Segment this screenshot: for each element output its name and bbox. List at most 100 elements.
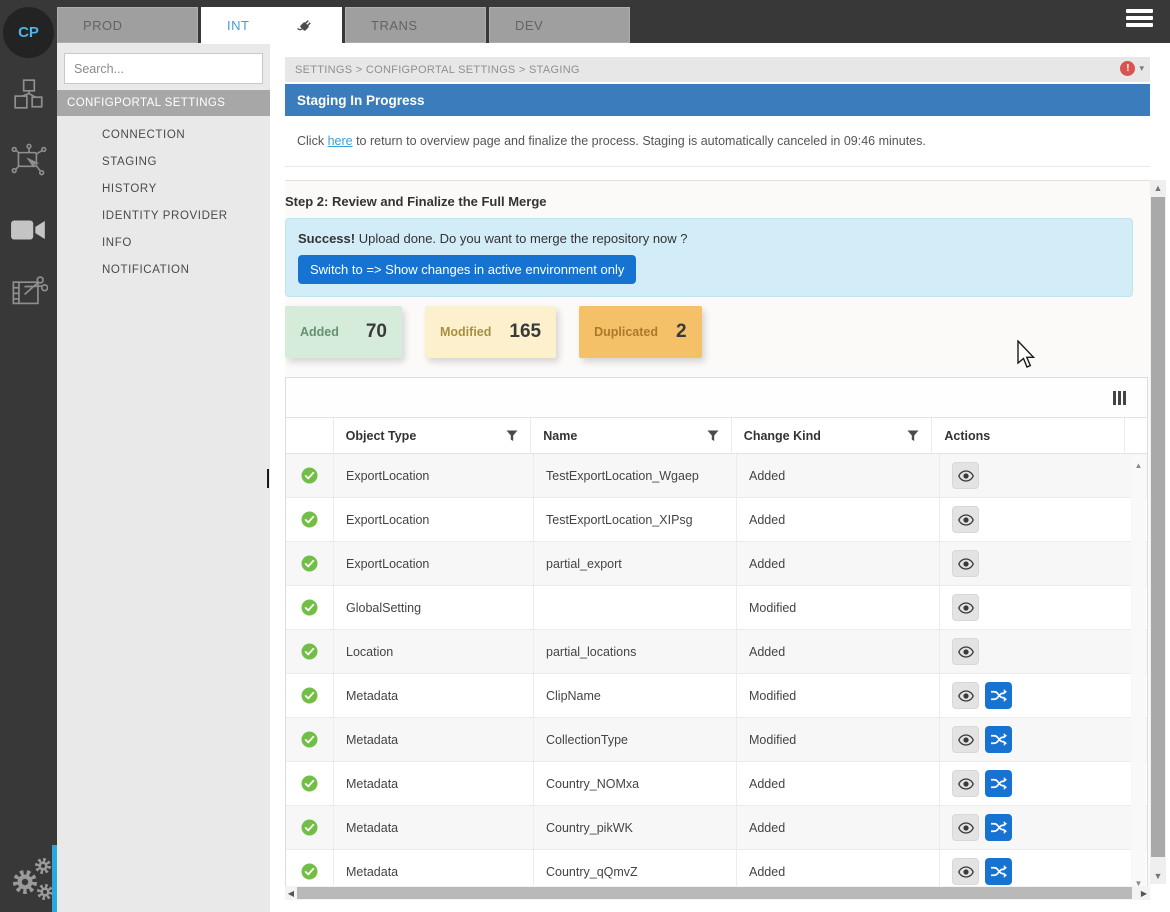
view-button[interactable] bbox=[952, 814, 979, 841]
view-button[interactable] bbox=[952, 506, 979, 533]
row-status-cell bbox=[286, 630, 333, 673]
sidebar-items: CONNECTION STAGING HISTORY IDENTITY PROV… bbox=[57, 122, 270, 283]
view-button[interactable] bbox=[952, 550, 979, 577]
actions-cell bbox=[939, 542, 1134, 585]
shuffle-icon bbox=[990, 820, 1007, 835]
change-kind-cell: Modified bbox=[736, 718, 939, 761]
menu-hamburger-icon[interactable] bbox=[1126, 9, 1153, 30]
column-header: Object Type bbox=[333, 418, 531, 453]
column-chooser-icon[interactable] bbox=[1113, 391, 1126, 405]
environment-tab[interactable]: INT bbox=[201, 7, 342, 44]
table-row[interactable]: Metadata Country_qQmvZ Added bbox=[286, 850, 1147, 886]
table-row[interactable]: GlobalSetting Modified bbox=[286, 586, 1147, 630]
environment-tab[interactable]: PROD bbox=[57, 7, 198, 43]
merge-mapping-button[interactable] bbox=[985, 726, 1012, 753]
sidebar-item[interactable]: CONNECTION bbox=[57, 122, 270, 148]
view-button[interactable] bbox=[952, 594, 979, 621]
media-edit-icon[interactable] bbox=[5, 268, 53, 312]
success-check-icon bbox=[301, 643, 318, 660]
search-input[interactable] bbox=[64, 53, 263, 84]
view-button[interactable] bbox=[952, 462, 979, 489]
cubes-icon[interactable] bbox=[5, 72, 53, 116]
name-cell bbox=[533, 586, 736, 629]
filter-icon[interactable] bbox=[707, 430, 719, 445]
sidebar-item[interactable]: HISTORY bbox=[57, 176, 270, 202]
row-status-cell bbox=[286, 762, 333, 805]
table-row[interactable]: Metadata ClipName Modified bbox=[286, 674, 1147, 718]
view-button[interactable] bbox=[952, 682, 979, 709]
scroll-left-arrow-icon[interactable]: ◀ bbox=[285, 886, 297, 900]
table-row[interactable]: ExportLocation TestExportLocation_XIPsg … bbox=[286, 498, 1147, 542]
scrollbar-thumb[interactable] bbox=[1151, 197, 1165, 857]
row-status-cell bbox=[286, 850, 333, 886]
avatar[interactable]: CP bbox=[3, 7, 54, 58]
merge-mapping-button[interactable] bbox=[985, 682, 1012, 709]
sidebar-item[interactable]: IDENTITY PROVIDER bbox=[57, 203, 270, 229]
grid-toolbar bbox=[286, 378, 1147, 418]
table-row[interactable]: Metadata CollectionType Modified bbox=[286, 718, 1147, 762]
view-button[interactable] bbox=[952, 770, 979, 797]
filter-icon[interactable] bbox=[506, 430, 518, 445]
summary-card-label: Duplicated bbox=[594, 325, 658, 339]
interactive-panel-icon[interactable] bbox=[5, 138, 53, 182]
summary-card[interactable]: Added 70 bbox=[285, 306, 402, 358]
summary-card[interactable]: Modified 165 bbox=[425, 306, 556, 358]
success-check-icon bbox=[301, 863, 318, 880]
notifications-dropdown[interactable]: ! ▾ bbox=[1120, 61, 1144, 76]
app-icon-strip: CP bbox=[0, 0, 57, 912]
sidebar-item[interactable]: INFO bbox=[57, 230, 270, 256]
name-cell: Country_NOMxa bbox=[533, 762, 736, 805]
merge-mapping-button[interactable] bbox=[985, 858, 1012, 885]
merge-mapping-button[interactable] bbox=[985, 814, 1012, 841]
sidebar-section-header[interactable]: CONFIGPORTAL SETTINGS bbox=[57, 90, 270, 116]
view-button[interactable] bbox=[952, 858, 979, 885]
scroll-down-arrow-icon[interactable]: ▼ bbox=[1150, 868, 1166, 884]
return-overview-link[interactable]: here bbox=[328, 134, 353, 148]
actions-cell bbox=[939, 454, 1134, 497]
table-row[interactable]: ExportLocation partial_export Added bbox=[286, 542, 1147, 586]
sidebar-item[interactable]: STAGING bbox=[57, 149, 270, 175]
shuffle-icon bbox=[990, 864, 1007, 879]
grid-header-row: Object Type Name Change Kind Actions bbox=[286, 418, 1147, 454]
scroll-right-arrow-icon[interactable]: ▶ bbox=[1138, 886, 1150, 900]
scroll-up-arrow-icon[interactable]: ▲ bbox=[1150, 180, 1166, 196]
table-row[interactable]: Metadata Country_NOMxa Added bbox=[286, 762, 1147, 806]
scrollbar-thumb[interactable] bbox=[297, 887, 1132, 899]
eye-icon bbox=[958, 778, 974, 790]
actions-cell bbox=[939, 762, 1134, 805]
object-type-cell: ExportLocation bbox=[333, 454, 533, 497]
eye-icon bbox=[958, 646, 974, 658]
environment-tab[interactable]: DEV bbox=[489, 7, 630, 43]
table-row[interactable]: ExportLocation TestExportLocation_Wgaep … bbox=[286, 454, 1147, 498]
table-row[interactable]: Metadata Country_pikWK Added bbox=[286, 806, 1147, 850]
table-vertical-scrollbar[interactable]: ▲ ▼ bbox=[1131, 455, 1146, 886]
staging-banner-message: Click here to return to overview page an… bbox=[285, 116, 1150, 167]
table-row[interactable]: Location partial_locations Added bbox=[286, 630, 1147, 674]
success-alert: Success! Upload done. Do you want to mer… bbox=[285, 218, 1133, 297]
object-type-cell: Metadata bbox=[333, 674, 533, 717]
video-camera-icon[interactable] bbox=[5, 208, 53, 252]
view-button[interactable] bbox=[952, 638, 979, 665]
row-status-cell bbox=[286, 498, 333, 541]
merge-mapping-button[interactable] bbox=[985, 770, 1012, 797]
text-caret bbox=[267, 469, 269, 488]
switch-view-button[interactable]: Switch to => Show changes in active envi… bbox=[298, 255, 636, 284]
view-button[interactable] bbox=[952, 726, 979, 753]
change-kind-cell: Added bbox=[736, 542, 939, 585]
summary-card-value: 2 bbox=[676, 321, 687, 343]
page-vertical-scrollbar[interactable]: ▲ ▼ bbox=[1150, 180, 1166, 884]
plug-icon bbox=[295, 16, 315, 39]
scroll-up-arrow-icon[interactable]: ▲ bbox=[1131, 458, 1146, 473]
row-status-cell bbox=[286, 454, 333, 497]
name-cell: ClipName bbox=[533, 674, 736, 717]
settings-gears-icon[interactable] bbox=[5, 855, 53, 899]
scroll-down-arrow-icon[interactable]: ▼ bbox=[1131, 876, 1146, 886]
horizontal-scrollbar[interactable]: ◀ ▶ bbox=[285, 886, 1150, 900]
name-cell: partial_locations bbox=[533, 630, 736, 673]
filter-icon[interactable] bbox=[907, 430, 919, 445]
summary-card[interactable]: Duplicated 2 bbox=[579, 306, 701, 358]
sidebar-item[interactable]: NOTIFICATION bbox=[57, 257, 270, 283]
shuffle-icon bbox=[990, 688, 1007, 703]
environment-tab[interactable]: TRANS bbox=[345, 7, 486, 43]
column-header: Name bbox=[530, 418, 731, 453]
